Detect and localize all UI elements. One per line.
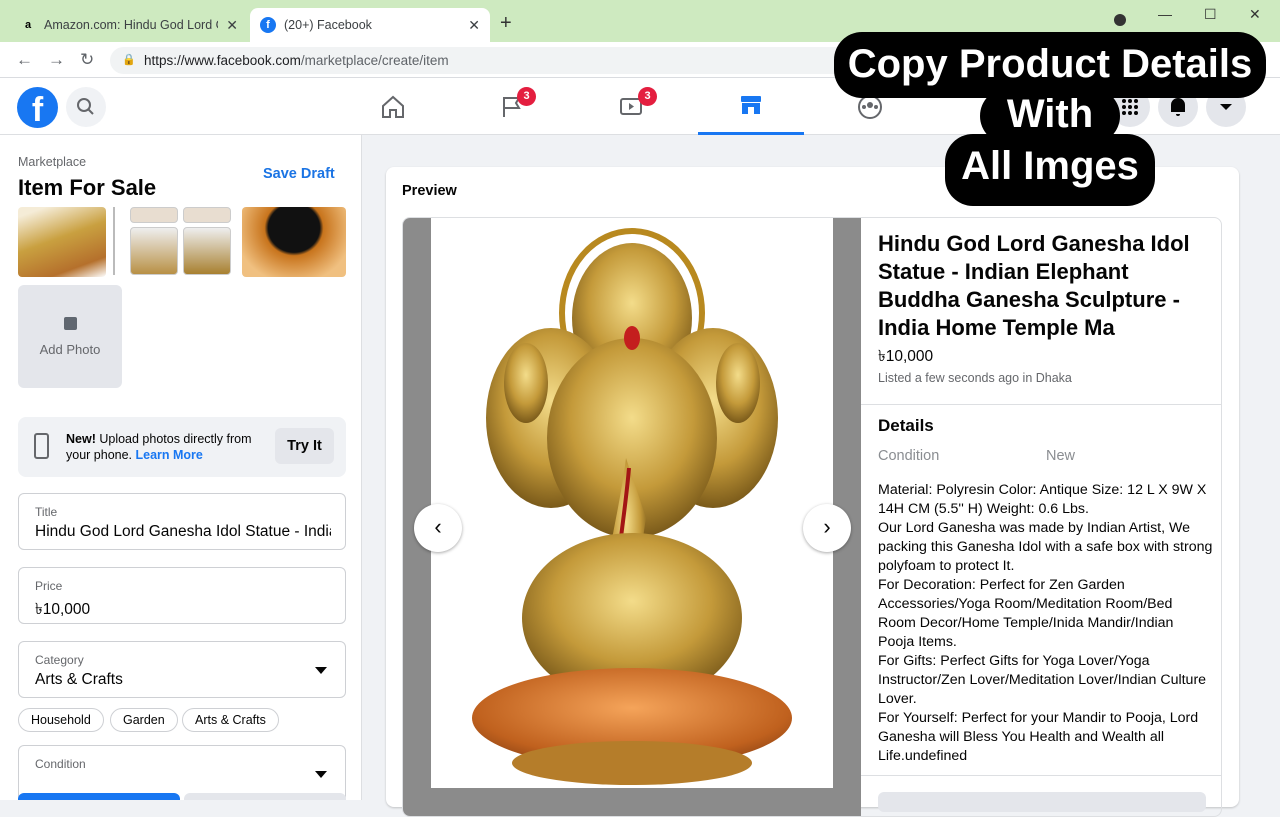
search-icon (77, 98, 94, 115)
facebook-icon: f (260, 17, 276, 33)
previous-image-button[interactable]: ‹ (414, 504, 462, 552)
next-button[interactable] (18, 793, 180, 800)
overlay-line-1: Copy Product Details (847, 42, 1253, 86)
marketplace-icon (741, 96, 761, 114)
details-header: Details (878, 416, 934, 435)
search-button[interactable] (66, 87, 106, 127)
condition-label: Condition (878, 448, 940, 464)
profile-icon[interactable] (1114, 14, 1126, 26)
title-field-value[interactable]: Hindu God Lord Ganesha Idol Statue - Ind… (35, 523, 331, 541)
listing-info: Hindu God Lord Ganesha Idol Statue - Ind… (861, 218, 1221, 816)
condition-value: New (1046, 448, 1076, 464)
learn-more-link[interactable]: Learn More (136, 448, 203, 462)
title-field[interactable]: Title Hindu God Lord Ganesha Idol Statue… (18, 493, 346, 550)
price-field[interactable]: Price ৳10,000 (18, 567, 346, 624)
category-value: Arts & Crafts (35, 671, 123, 688)
add-photo-icon (63, 317, 77, 330)
close-tab-icon[interactable]: ✕ (468, 17, 480, 34)
title-field-label: Title (35, 505, 58, 519)
category-select[interactable]: Category Arts & Crafts (18, 641, 346, 698)
price-field-value[interactable]: ৳10,000 (35, 597, 331, 623)
minimize-icon[interactable]: — (1158, 6, 1172, 22)
tab-amazon[interactable]: a Amazon.com: Hindu God Lord Ga ✕ (10, 8, 248, 42)
product-image (431, 218, 833, 788)
thumbnail-photo[interactable] (242, 207, 346, 277)
ganesha-statue-image (472, 228, 792, 785)
price-field-label: Price (35, 579, 63, 593)
lock-icon: 🔒 (122, 54, 136, 66)
tab-title: Amazon.com: Hindu God Lord Ga (44, 18, 219, 32)
next-image-button[interactable]: › (803, 504, 851, 552)
pages-badge: 3 (517, 87, 536, 106)
thumbnail-photo[interactable] (18, 207, 106, 277)
marketplace-create-sidebar: Marketplace Item For Sale Save Draft Add… (0, 135, 362, 800)
thumbnail-photo[interactable] (183, 207, 231, 223)
thumbnail-photo[interactable] (130, 227, 178, 275)
preview-label: Preview (402, 183, 457, 199)
overlay-line-3: All Imges (961, 144, 1139, 188)
thumbnail-divider (113, 207, 115, 275)
promo-text: New! Upload photos directly from your ph… (66, 431, 276, 463)
listing-price: ৳10,000 (878, 348, 934, 365)
add-photo-label: Add Photo (39, 342, 101, 357)
upload-from-phone-promo: New! Upload photos directly from your ph… (18, 417, 346, 477)
home-icon (382, 95, 404, 118)
category-chip[interactable]: Garden (110, 708, 178, 732)
maximize-icon[interactable]: ☐ (1204, 6, 1217, 23)
overlay-line-2: With (1006, 92, 1094, 136)
breadcrumb[interactable]: Marketplace (18, 155, 86, 169)
reload-icon[interactable]: ↻ (80, 50, 94, 70)
condition-select[interactable]: Condition (18, 745, 346, 800)
amazon-icon: a (24, 19, 32, 31)
add-photo-button[interactable]: Add Photo (18, 285, 122, 388)
divider (861, 775, 1221, 776)
divider (861, 404, 1221, 405)
home-tab[interactable] (340, 78, 446, 135)
message-seller-button[interactable] (878, 792, 1206, 812)
watch-tab[interactable]: 3 (578, 78, 684, 135)
promo-new: New! (66, 432, 96, 446)
preview-card: ‹ › Hindu God Lord Ganesha Idol Statue -… (402, 217, 1222, 817)
description-line: For Decoration: Perfect for Zen Garden A… (878, 577, 1174, 650)
save-draft-button[interactable]: Save Draft (263, 166, 335, 182)
tab-facebook[interactable]: f (20+) Facebook ✕ (250, 8, 490, 42)
forward-icon[interactable]: → (48, 50, 65, 70)
condition-label: Condition (35, 757, 86, 771)
thumbnail-photo[interactable] (183, 227, 231, 275)
description-line: For Gifts: Perfect Gifts for Yoga Lover/… (878, 653, 1207, 707)
dropdown-caret-icon (315, 667, 327, 674)
pages-tab[interactable]: 3 (459, 78, 565, 135)
category-label: Category (35, 653, 84, 667)
promo-overlay: Copy Product Details With All Imges (830, 30, 1270, 210)
page-title: Item For Sale (18, 175, 157, 200)
close-tab-icon[interactable]: ✕ (226, 17, 238, 34)
description-line: Material: Polyresin Color: Antique Size:… (878, 482, 1207, 517)
product-image-pane: ‹ › (403, 218, 861, 816)
new-tab-button[interactable]: + (500, 12, 512, 35)
close-window-icon[interactable]: ✕ (1249, 6, 1261, 23)
phone-icon (34, 433, 49, 459)
marketplace-tab[interactable] (698, 78, 804, 135)
thumbnail-photo[interactable] (130, 207, 178, 223)
url-path: /marketplace/create/item (300, 53, 449, 68)
tab-title: (20+) Facebook (284, 18, 372, 32)
description-line: For Yourself: Perfect for your Mandir to… (878, 710, 1199, 764)
url-input[interactable]: 🔒 https://www.facebook.com/marketplace/c… (110, 47, 870, 74)
photo-thumbnails (18, 207, 346, 277)
secondary-button[interactable] (184, 793, 346, 800)
category-chip[interactable]: Household (18, 708, 104, 732)
url-host: https://www.facebook.com (144, 53, 301, 68)
category-chip[interactable]: Arts & Crafts (182, 708, 279, 732)
listing-time-location: Listed a few seconds ago in Dhaka (878, 371, 1072, 385)
back-icon[interactable]: ← (16, 50, 33, 70)
watch-badge: 3 (638, 87, 657, 106)
dropdown-caret-icon (315, 771, 327, 778)
listing-description: Material: Polyresin Color: Antique Size:… (878, 481, 1213, 766)
facebook-logo[interactable]: f (17, 87, 58, 128)
listing-title: Hindu God Lord Ganesha Idol Statue - Ind… (878, 231, 1190, 340)
listing-preview-panel: Preview ‹ › Hindu God Lord Ganesha Idol … (386, 167, 1239, 817)
description-line: Our Lord Ganesha was made by Indian Arti… (878, 520, 1213, 574)
try-it-button[interactable]: Try It (275, 428, 334, 464)
